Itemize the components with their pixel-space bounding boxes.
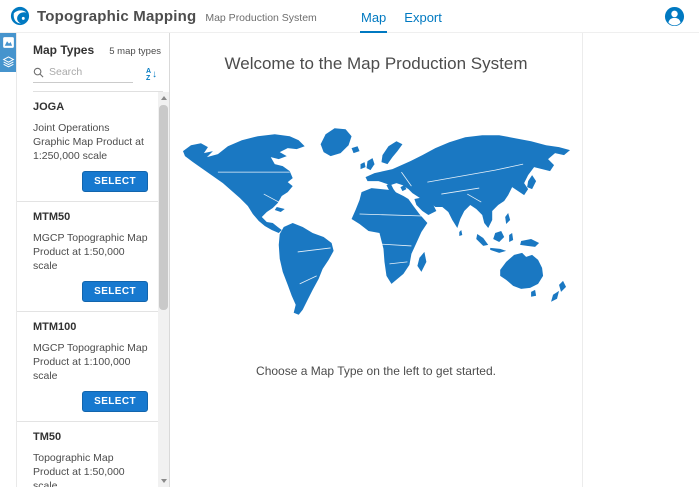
map-type-list: JOGA Joint Operations Graphic Map Produc…: [17, 92, 158, 487]
map-type-description: MGCP Topographic Map Product at 1:100,00…: [33, 341, 148, 383]
app-subtitle: Map Production System: [205, 12, 316, 24]
map-type-item: MTM100 MGCP Topographic Map Product at 1…: [17, 312, 158, 422]
main-panel: Welcome to the Map Production System: [170, 33, 583, 487]
map-type-description: Topographic Map Product at 1:50,000 scal…: [33, 451, 148, 487]
panel-header: Map Types 5 map types: [17, 33, 169, 57]
map-type-item: JOGA Joint Operations Graphic Map Produc…: [17, 92, 158, 202]
action-rail: [0, 33, 17, 487]
instruction-text: Choose a Map Type on the left to get sta…: [256, 364, 496, 378]
select-button[interactable]: SELECT: [82, 391, 148, 412]
map-type-count: 5 map types: [109, 46, 161, 57]
select-button[interactable]: SELECT: [82, 171, 148, 192]
map-type-name: MTM50: [33, 208, 148, 223]
sidebar-scrollbar[interactable]: [158, 92, 169, 487]
map-type-list-wrap: JOGA Joint Operations Graphic Map Produc…: [17, 92, 169, 487]
top-tabs: Map Export: [360, 0, 443, 33]
search-box[interactable]: [33, 66, 133, 83]
welcome-heading: Welcome to the Map Production System: [225, 54, 528, 74]
scroll-down-arrow[interactable]: [158, 475, 169, 487]
map-type-item: MTM50 MGCP Topographic Map Product at 1:…: [17, 202, 158, 312]
map-item-actions: SELECT: [33, 281, 148, 302]
search-input[interactable]: [49, 66, 127, 78]
globe-icon: [10, 6, 30, 26]
map-type-name: TM50: [33, 428, 148, 443]
map-panel-icon[interactable]: [2, 36, 15, 49]
map-type-name: JOGA: [33, 98, 148, 113]
search-row: AZ ↓: [17, 57, 169, 83]
app-body: Map Types 5 map types AZ ↓ JOGA Joint Op…: [0, 33, 699, 487]
map-item-actions: SELECT: [33, 171, 148, 192]
map-type-name: MTM100: [33, 318, 148, 333]
map-types-panel: Map Types 5 map types AZ ↓ JOGA Joint Op…: [17, 33, 170, 487]
rail-button-group: [0, 33, 16, 72]
world-map: [180, 124, 573, 316]
scrollbar-thumb[interactable]: [159, 105, 168, 310]
map-type-description: MGCP Topographic Map Product at 1:50,000…: [33, 231, 148, 273]
map-type-description: Joint Operations Graphic Map Product at …: [33, 121, 148, 163]
layers-icon[interactable]: [2, 55, 15, 68]
panel-title: Map Types: [33, 43, 94, 57]
user-account-icon[interactable]: [664, 6, 685, 27]
sort-a-z-icon[interactable]: AZ ↓: [146, 68, 161, 82]
select-button[interactable]: SELECT: [82, 281, 148, 302]
tab-export[interactable]: Export: [403, 0, 443, 33]
map-type-item: TM50 Topographic Map Product at 1:50,000…: [17, 422, 158, 487]
right-spacer: [583, 33, 699, 487]
search-icon: [33, 67, 44, 78]
app-header: Topographic Mapping Map Production Syste…: [0, 0, 699, 33]
scroll-up-arrow[interactable]: [158, 92, 169, 104]
tab-map[interactable]: Map: [360, 0, 387, 33]
map-item-actions: SELECT: [33, 391, 148, 412]
app-title: Topographic Mapping: [37, 8, 196, 25]
